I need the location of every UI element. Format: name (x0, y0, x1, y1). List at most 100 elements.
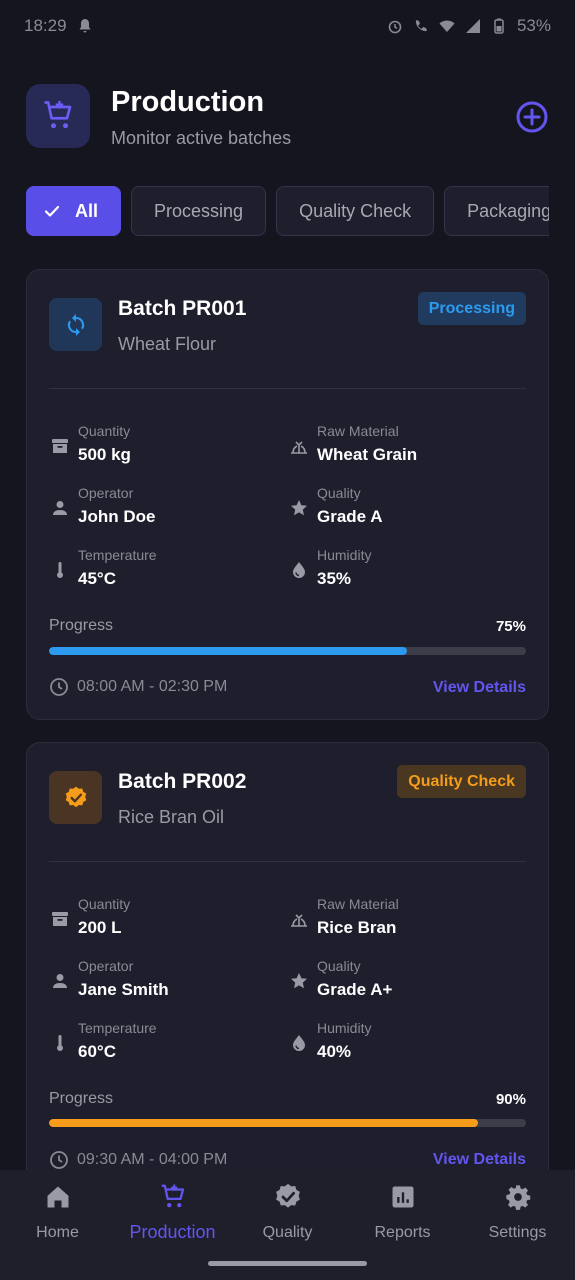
view-details-link[interactable]: View Details (433, 679, 526, 697)
person-icon (53, 974, 67, 988)
nav-item-quality[interactable]: Quality (230, 1182, 345, 1242)
progress-bar (49, 1119, 526, 1127)
nav-label: Reports (374, 1224, 431, 1241)
home-icon (47, 1186, 68, 1208)
page-header: Production Monitor active batches (26, 84, 549, 150)
field-label: Operator (78, 485, 134, 501)
card-divider (49, 861, 526, 862)
field-value: John Doe (78, 507, 156, 526)
add-circle-icon[interactable] (515, 100, 549, 134)
temperature-field: Temperature 60°C (49, 1020, 279, 1070)
page-title: Production (111, 86, 265, 118)
operator-field: Operator John Doe (49, 485, 279, 535)
clock-icon (50, 1151, 68, 1169)
archive-icon (52, 439, 68, 453)
field-label: Operator (78, 958, 134, 974)
nav-item-production[interactable]: Production (115, 1182, 230, 1243)
card-divider (49, 388, 526, 389)
filter-chip-processing[interactable]: Processing (131, 186, 267, 236)
filter-chip-all[interactable]: All (26, 186, 122, 236)
quality-field: Quality Grade A (288, 485, 518, 535)
filter-chip-label: Quality Check (299, 200, 412, 221)
time-range-row: 08:00 AM - 02:30 PM (49, 677, 227, 697)
field-label: Quality (317, 485, 361, 501)
field-value: 45°C (78, 569, 116, 588)
field-label: Raw Material (317, 896, 399, 912)
field-value: 40% (317, 1042, 352, 1061)
view-details-link[interactable]: View Details (433, 1151, 526, 1169)
alarm-icon (388, 20, 402, 34)
field-value: 500 kg (78, 445, 131, 464)
sync-icon (67, 313, 84, 336)
batch-card[interactable]: Batch PR001 Wheat Flour Processing Quant… (26, 269, 549, 720)
chart-icon (392, 1186, 413, 1208)
progress-percent: 90% (495, 1091, 526, 1108)
batch-icon-tile (49, 771, 102, 824)
wifi-call-icon (415, 20, 427, 32)
home-indicator[interactable] (208, 1261, 367, 1266)
field-value: Grade A (317, 507, 383, 526)
batch-icon-tile (49, 298, 102, 351)
field-value: Wheat Grain (317, 445, 418, 464)
field-label: Temperature (78, 1020, 157, 1036)
field-label: Raw Material (317, 423, 399, 439)
batch-product: Wheat Flour (118, 334, 217, 354)
progress-label: Progress (49, 1090, 114, 1107)
status-time: 18:29 (24, 16, 67, 35)
humidity-field: Humidity 35% (288, 547, 518, 597)
filter-chip-quality-check[interactable]: Quality Check (276, 186, 435, 236)
batch-name: Batch PR002 (118, 770, 247, 793)
time-range: 09:30 AM - 04:00 PM (77, 1151, 228, 1168)
signal-icon (465, 19, 480, 33)
clock-icon (50, 678, 68, 696)
battery-level: 53% (516, 16, 551, 35)
field-label: Temperature (78, 547, 157, 563)
field-value: Rice Bran (317, 918, 397, 937)
star-icon (291, 973, 307, 989)
progress-bar (49, 647, 526, 655)
nav-item-home[interactable]: Home (0, 1182, 115, 1242)
field-value: 35% (317, 569, 352, 588)
cart-icon (161, 1184, 184, 1208)
progress-fill (49, 647, 407, 655)
wifi-icon (439, 20, 455, 32)
check-icon (44, 205, 60, 217)
filter-chip-label: All (75, 200, 99, 221)
grass-icon (291, 441, 307, 454)
humidity-field: Humidity 40% (288, 1020, 518, 1070)
water-drop-icon (293, 1035, 305, 1051)
thermometer-icon (57, 1035, 63, 1051)
page-subtitle: Monitor active batches (111, 128, 292, 148)
raw-material-field: Raw Material Rice Bran (288, 896, 518, 946)
filter-chips: All Processing Quality Check Packaging (26, 186, 549, 237)
temperature-field: Temperature 45°C (49, 547, 279, 597)
field-label: Quantity (78, 423, 131, 439)
status-badge: Processing (417, 292, 526, 325)
quality-field: Quality Grade A+ (288, 958, 518, 1008)
grass-icon (291, 914, 307, 927)
field-label: Humidity (317, 1020, 372, 1036)
field-value: Jane Smith (78, 980, 169, 999)
nav-item-settings[interactable]: Settings (460, 1182, 575, 1242)
batch-card[interactable]: Batch PR002 Rice Bran Oil Quality Check … (26, 742, 549, 1202)
water-drop-icon (293, 562, 305, 578)
filter-chip-label: Packaging (467, 200, 549, 221)
batch-name: Batch PR001 (118, 297, 247, 320)
field-label: Quantity (78, 896, 131, 912)
thermometer-icon (57, 562, 63, 578)
app-icon-tile (26, 84, 90, 148)
nav-item-reports[interactable]: Reports (345, 1182, 460, 1242)
field-label: Humidity (317, 547, 372, 563)
operator-field: Operator Jane Smith (49, 958, 279, 1008)
status-bar: 18:29 53% (0, 0, 575, 52)
verified-icon (65, 786, 86, 807)
progress-label: Progress (49, 617, 114, 634)
progress-percent: 75% (495, 618, 526, 635)
notification-icon (79, 19, 91, 33)
field-value: 200 L (78, 918, 122, 937)
nav-label: Home (36, 1224, 79, 1241)
nav-label: Settings (488, 1224, 547, 1241)
filter-chip-packaging[interactable]: Packaging (444, 186, 549, 236)
field-value: 60°C (78, 1042, 116, 1061)
field-value: Grade A+ (317, 980, 393, 999)
